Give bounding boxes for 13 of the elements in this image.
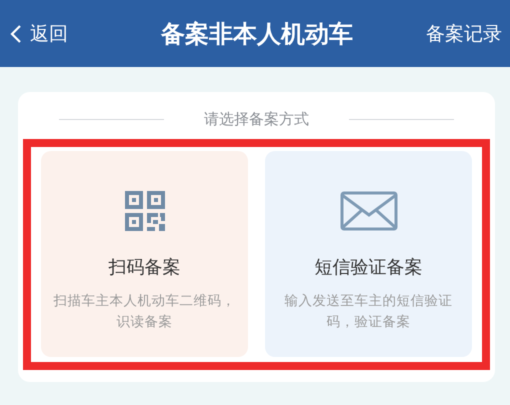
option-card[interactable]: 短信验证备案 输入发送至车主的短信验证码，验证备案 [265,151,472,357]
back-icon [10,24,22,44]
option-title: 扫码备案 [108,256,180,279]
page-title: 备案非本人机动车 [161,18,353,50]
option-title: 短信验证备案 [314,256,422,279]
qr-code-icon [122,189,166,233]
envelope-icon [340,189,398,233]
option-description: 输入发送至车主的短信验证码，验证备案 [284,292,454,332]
back-button[interactable]: 返回 [10,20,68,46]
option-card[interactable]: 扫码备案 扫描车主本人机动车二维码，识读备案 [41,151,248,357]
records-button[interactable]: 备案记录 [426,20,502,46]
section-title: 请选择备案方式 [204,110,309,129]
option-description: 扫描车主本人机动车二维码，识读备案 [53,292,236,332]
